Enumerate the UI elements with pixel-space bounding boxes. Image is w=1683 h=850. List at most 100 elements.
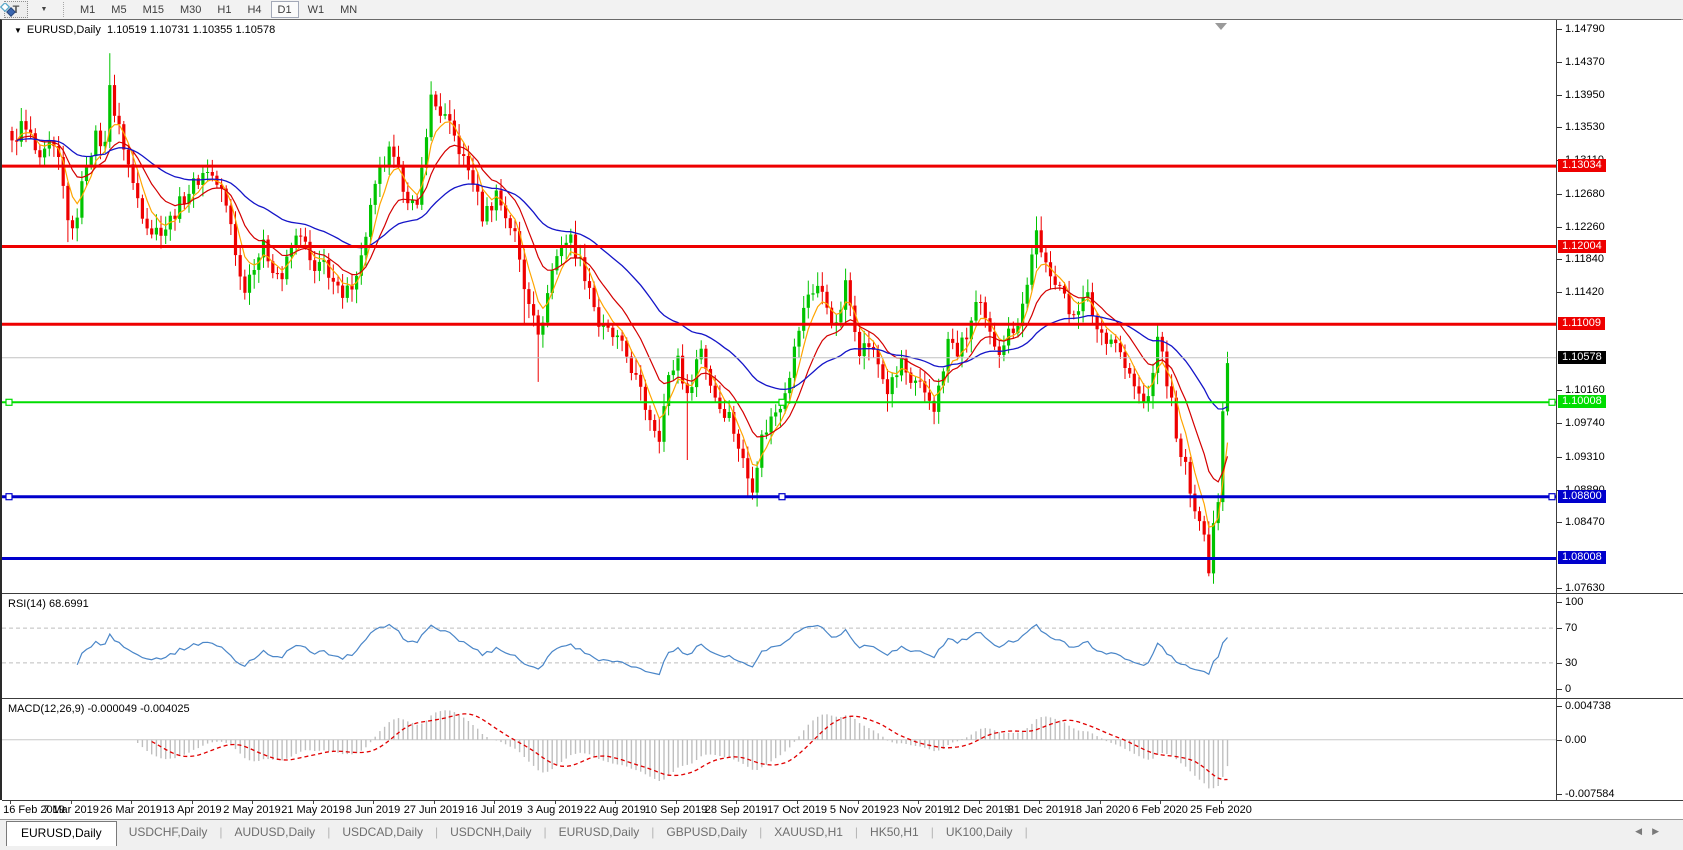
macd-tick-label: 0.00 (1565, 734, 1586, 746)
rsi-indicator-label: RSI(14) 68.6991 (8, 598, 89, 610)
timeframe-button-group: M1M5M15M30H1H4D1W1MN (72, 1, 365, 18)
price-tick (1557, 127, 1562, 128)
chart-tab-hk50-h1[interactable]: HK50,H1 (858, 822, 931, 843)
price-tick (1557, 227, 1562, 228)
date-tick-label: 28 Sep 2019 (705, 804, 767, 816)
price-tick (1557, 457, 1562, 458)
rsi-tick-label: 70 (1565, 622, 1577, 634)
support-price-label: 1.10008 (1558, 395, 1606, 408)
timeframe-button-m15[interactable]: M15 (136, 1, 171, 18)
price-axis[interactable]: 1.147901.143701.139501.135301.131101.126… (1556, 20, 1683, 801)
date-tick-label: 23 Nov 2019 (887, 804, 949, 816)
price-tick-label: 1.09740 (1565, 417, 1605, 429)
date-tick-label: 17 Oct 2019 (767, 804, 827, 816)
chart-tab-xauusd-h1[interactable]: XAUUSD,H1 (762, 822, 855, 843)
chart-tab-usdcnh-daily[interactable]: USDCNH,Daily (438, 822, 543, 843)
date-tick-label: 26 Mar 2019 (100, 804, 162, 816)
top-toolbar: T ▼ M1M5M15M30H1H4D1W1MN (0, 0, 1683, 20)
timeframe-button-m30[interactable]: M30 (173, 1, 208, 18)
timeframe-button-h4[interactable]: H4 (240, 1, 268, 18)
timeframe-button-w1[interactable]: W1 (301, 1, 332, 18)
price-tick-label: 1.11840 (1565, 253, 1604, 265)
line-drag-handle[interactable] (6, 494, 12, 500)
price-tick-label: 1.14790 (1565, 23, 1605, 35)
price-tick (1557, 522, 1562, 523)
date-axis[interactable]: 16 Feb 20197 Mar 201926 Mar 201913 Apr 2… (0, 800, 1683, 819)
price-tick-label: 1.13530 (1565, 121, 1605, 133)
price-tick-label: 1.09310 (1565, 451, 1605, 463)
rsi-tick (1557, 663, 1562, 664)
price-tick (1557, 588, 1562, 589)
price-tick (1557, 423, 1562, 424)
chart-tab-usdchf-daily[interactable]: USDCHF,Daily (117, 822, 220, 843)
line-drag-handle[interactable] (1549, 494, 1555, 500)
timeframe-button-m1[interactable]: M1 (73, 1, 102, 18)
tab-scroll-right-icon[interactable]: ▶ (1652, 826, 1669, 836)
chart-tab-uk100-daily[interactable]: UK100,Daily (934, 822, 1025, 843)
price-tick-label: 1.12260 (1565, 221, 1605, 233)
line-drag-handle[interactable] (1549, 399, 1555, 405)
timeframe-button-d1[interactable]: D1 (271, 1, 299, 18)
chart-window[interactable]: ▼EURUSD,Daily 1.10519 1.10731 1.10355 1.… (0, 19, 1681, 800)
macd-tick-label: 0.004738 (1565, 700, 1611, 712)
arrows-tool-icon (0, 3, 16, 17)
bid-price-label: 1.10578 (1558, 351, 1606, 364)
macd-plot[interactable] (2, 699, 1556, 801)
date-tick-label: 16 Jul 2019 (466, 804, 523, 816)
rsi-tick-label: 0 (1565, 683, 1571, 695)
date-tick-label: 22 Aug 2019 (584, 804, 646, 816)
timeframe-button-m5[interactable]: M5 (104, 1, 133, 18)
chart-tab-eurusd-daily[interactable]: EURUSD,Daily (6, 821, 117, 846)
tab-scroll-arrows: ◀▶ (1635, 826, 1669, 837)
timeframe-button-h1[interactable]: H1 (210, 1, 238, 18)
price-tick-label: 1.13950 (1565, 89, 1605, 101)
chart-tab-bar: EURUSD,DailyUSDCHF,Daily|AUDUSD,Daily|US… (0, 819, 1683, 850)
macd-indicator-label: MACD(12,26,9) -0.000049 -0.004025 (8, 703, 190, 715)
timeframe-button-mn[interactable]: MN (333, 1, 364, 18)
date-tick-label: 25 Feb 2020 (1190, 804, 1252, 816)
date-tick-label: 21 May 2019 (281, 804, 345, 816)
tab-scroll-left-icon[interactable]: ◀ (1635, 826, 1652, 836)
date-tick-label: 31 Dec 2019 (1008, 804, 1070, 816)
rsi-tick (1557, 628, 1562, 629)
chart-tab-eurusd-daily[interactable]: EURUSD,Daily (547, 822, 652, 843)
rsi-tick-label: 100 (1565, 596, 1583, 608)
line-drag-handle[interactable] (6, 399, 12, 405)
price-tick-label: 1.08470 (1565, 516, 1605, 528)
rsi-tick-label: 30 (1565, 657, 1577, 669)
price-tick (1557, 194, 1562, 195)
date-tick-label: 5 Nov 2019 (830, 804, 886, 816)
date-tick-label: 6 Feb 2020 (1132, 804, 1188, 816)
arrows-tool-button[interactable]: ▼ (30, 2, 56, 17)
resistance-price-label: 1.11009 (1558, 317, 1605, 330)
chart-tab-usdcad-daily[interactable]: USDCAD,Daily (330, 822, 435, 843)
chart-tab-gbpusd-daily[interactable]: GBPUSD,Daily (654, 822, 759, 843)
candlestick-plot[interactable] (2, 20, 1556, 593)
line-drag-handle[interactable] (779, 494, 785, 500)
date-tick-label: 18 Jan 2020 (1070, 804, 1131, 816)
price-tick (1557, 62, 1562, 63)
date-tick-label: 8 Jun 2019 (346, 804, 400, 816)
rsi-panel-separator[interactable] (2, 593, 1683, 594)
macd-signal-line (152, 714, 1228, 780)
tab-divider: | (1025, 825, 1028, 839)
price-tick (1557, 292, 1562, 293)
date-tick-label: 3 Aug 2019 (527, 804, 583, 816)
macd-panel-separator[interactable] (2, 698, 1683, 699)
date-tick-label: 7 Mar 2019 (43, 804, 99, 816)
price-tick (1557, 95, 1562, 96)
collapse-arrow-icon[interactable]: ▼ (14, 26, 22, 35)
rsi-line (77, 625, 1227, 675)
chart-title: ▼EURUSD,Daily 1.10519 1.10731 1.10355 1.… (14, 24, 275, 36)
line-drag-handle[interactable] (779, 399, 785, 405)
chart-bottom-border (2, 800, 1683, 801)
macd-tick (1557, 706, 1562, 707)
resistance-price-label: 1.13034 (1558, 159, 1606, 172)
rsi-plot[interactable] (2, 594, 1556, 698)
arrows-dropdown-caret[interactable]: ▼ (41, 6, 48, 13)
toolbar-separator (63, 2, 68, 17)
date-tick-label: 12 Dec 2019 (948, 804, 1010, 816)
support-price-label: 1.08800 (1558, 490, 1606, 503)
chart-tab-audusd-daily[interactable]: AUDUSD,Daily (223, 822, 328, 843)
date-tick-label: 27 Jun 2019 (404, 804, 465, 816)
